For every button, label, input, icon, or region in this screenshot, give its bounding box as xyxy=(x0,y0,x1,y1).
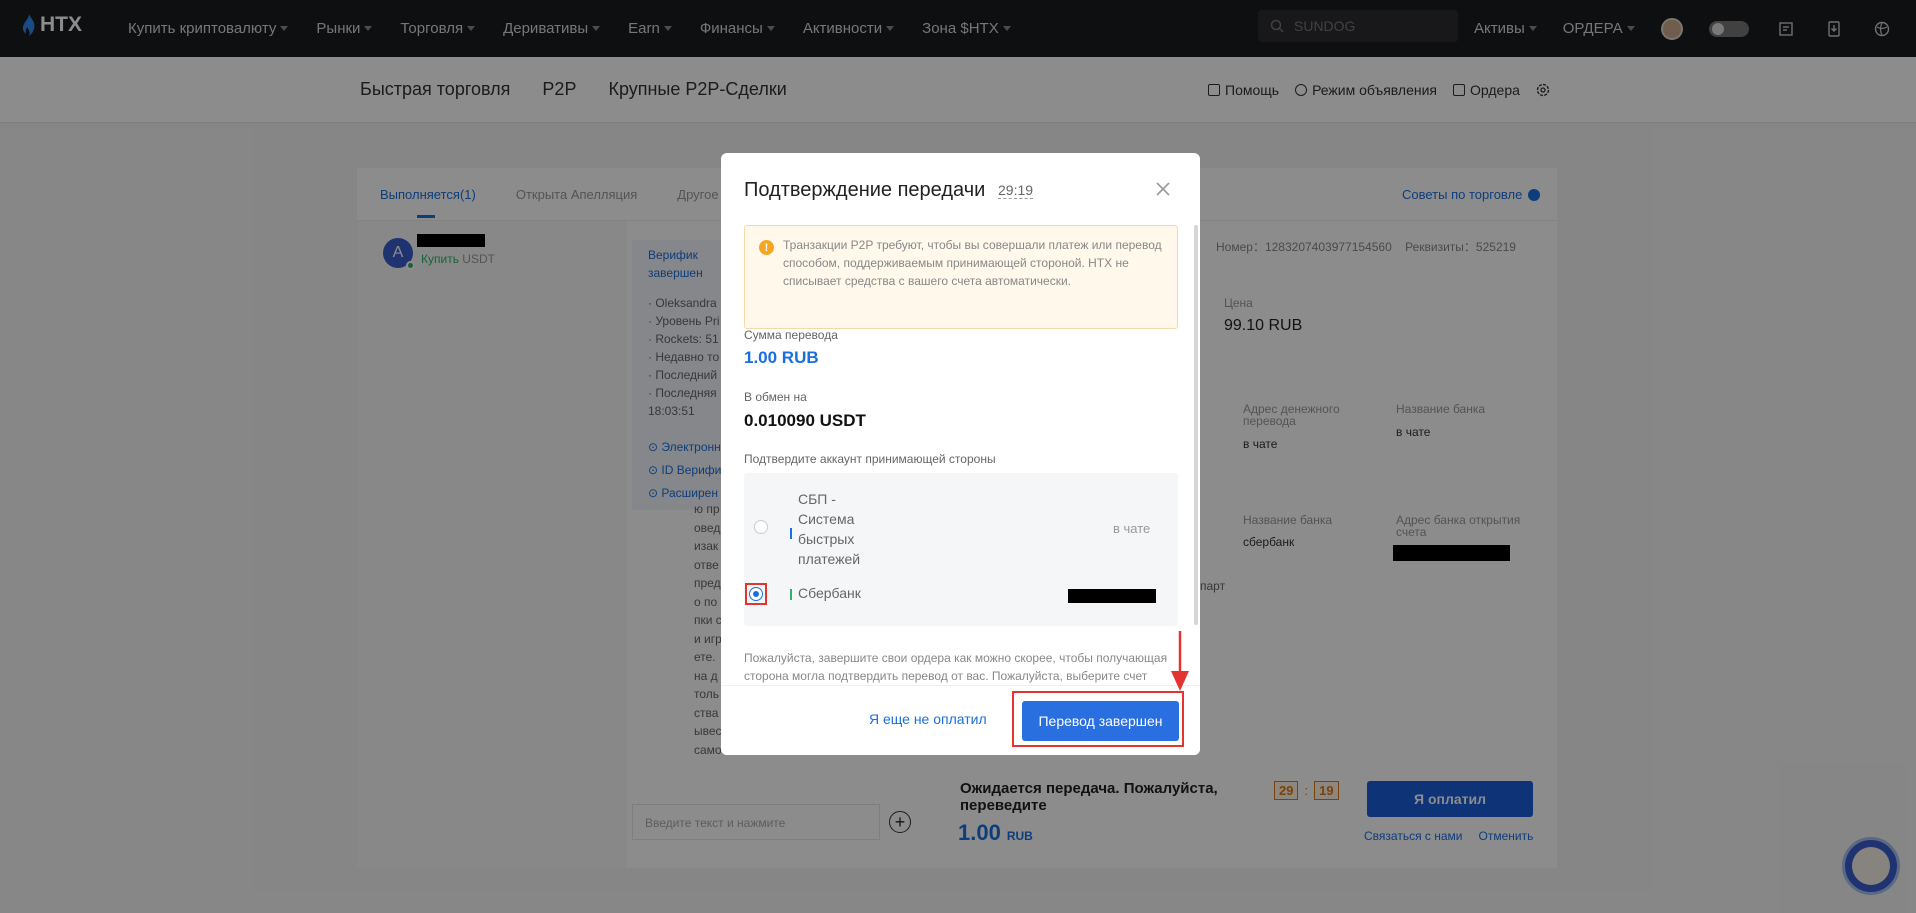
p2p-warning: ! Транзакции P2P требуют, чтобы вы совер… xyxy=(744,225,1178,329)
radio-sberbank[interactable] xyxy=(749,587,763,601)
method-color-bar xyxy=(790,589,792,600)
amount-label: Сумма перевода xyxy=(744,328,838,342)
highlight-box xyxy=(1012,691,1184,747)
warning-icon: ! xyxy=(759,240,774,255)
amount-value: 1.00 RUB xyxy=(744,348,819,367)
exchange-label: В обмен на xyxy=(744,390,807,404)
dialog-scrollbar[interactable] xyxy=(1194,225,1198,625)
method-color-bar xyxy=(790,528,792,539)
close-icon[interactable] xyxy=(1153,179,1173,199)
redacted-account-number xyxy=(1068,589,1156,603)
account-name-sberbank: Сбербанк xyxy=(798,585,861,601)
dialog-timer: 29:19 xyxy=(998,182,1034,199)
confirm-account-label: Подтвердите аккаунт принимающей стороны xyxy=(744,452,996,466)
dialog-title: Подтверждение передачи xyxy=(744,179,986,201)
transfer-confirm-dialog: Подтверждение передачи 29:19 ! Транзакци… xyxy=(721,153,1200,755)
radio-sbp[interactable] xyxy=(754,520,768,534)
exchange-value: 0.010090 USDT xyxy=(744,411,866,430)
not-paid-button[interactable]: Я еще не оплатил xyxy=(869,711,987,727)
arrow-down-icon xyxy=(1171,631,1189,691)
account-value-sbp: в чате xyxy=(1113,521,1151,536)
account-name-sbp: СБП - Система быстрых платежей xyxy=(798,491,861,567)
completion-note: Пожалуйста, завершите свои ордера как мо… xyxy=(744,651,1168,683)
